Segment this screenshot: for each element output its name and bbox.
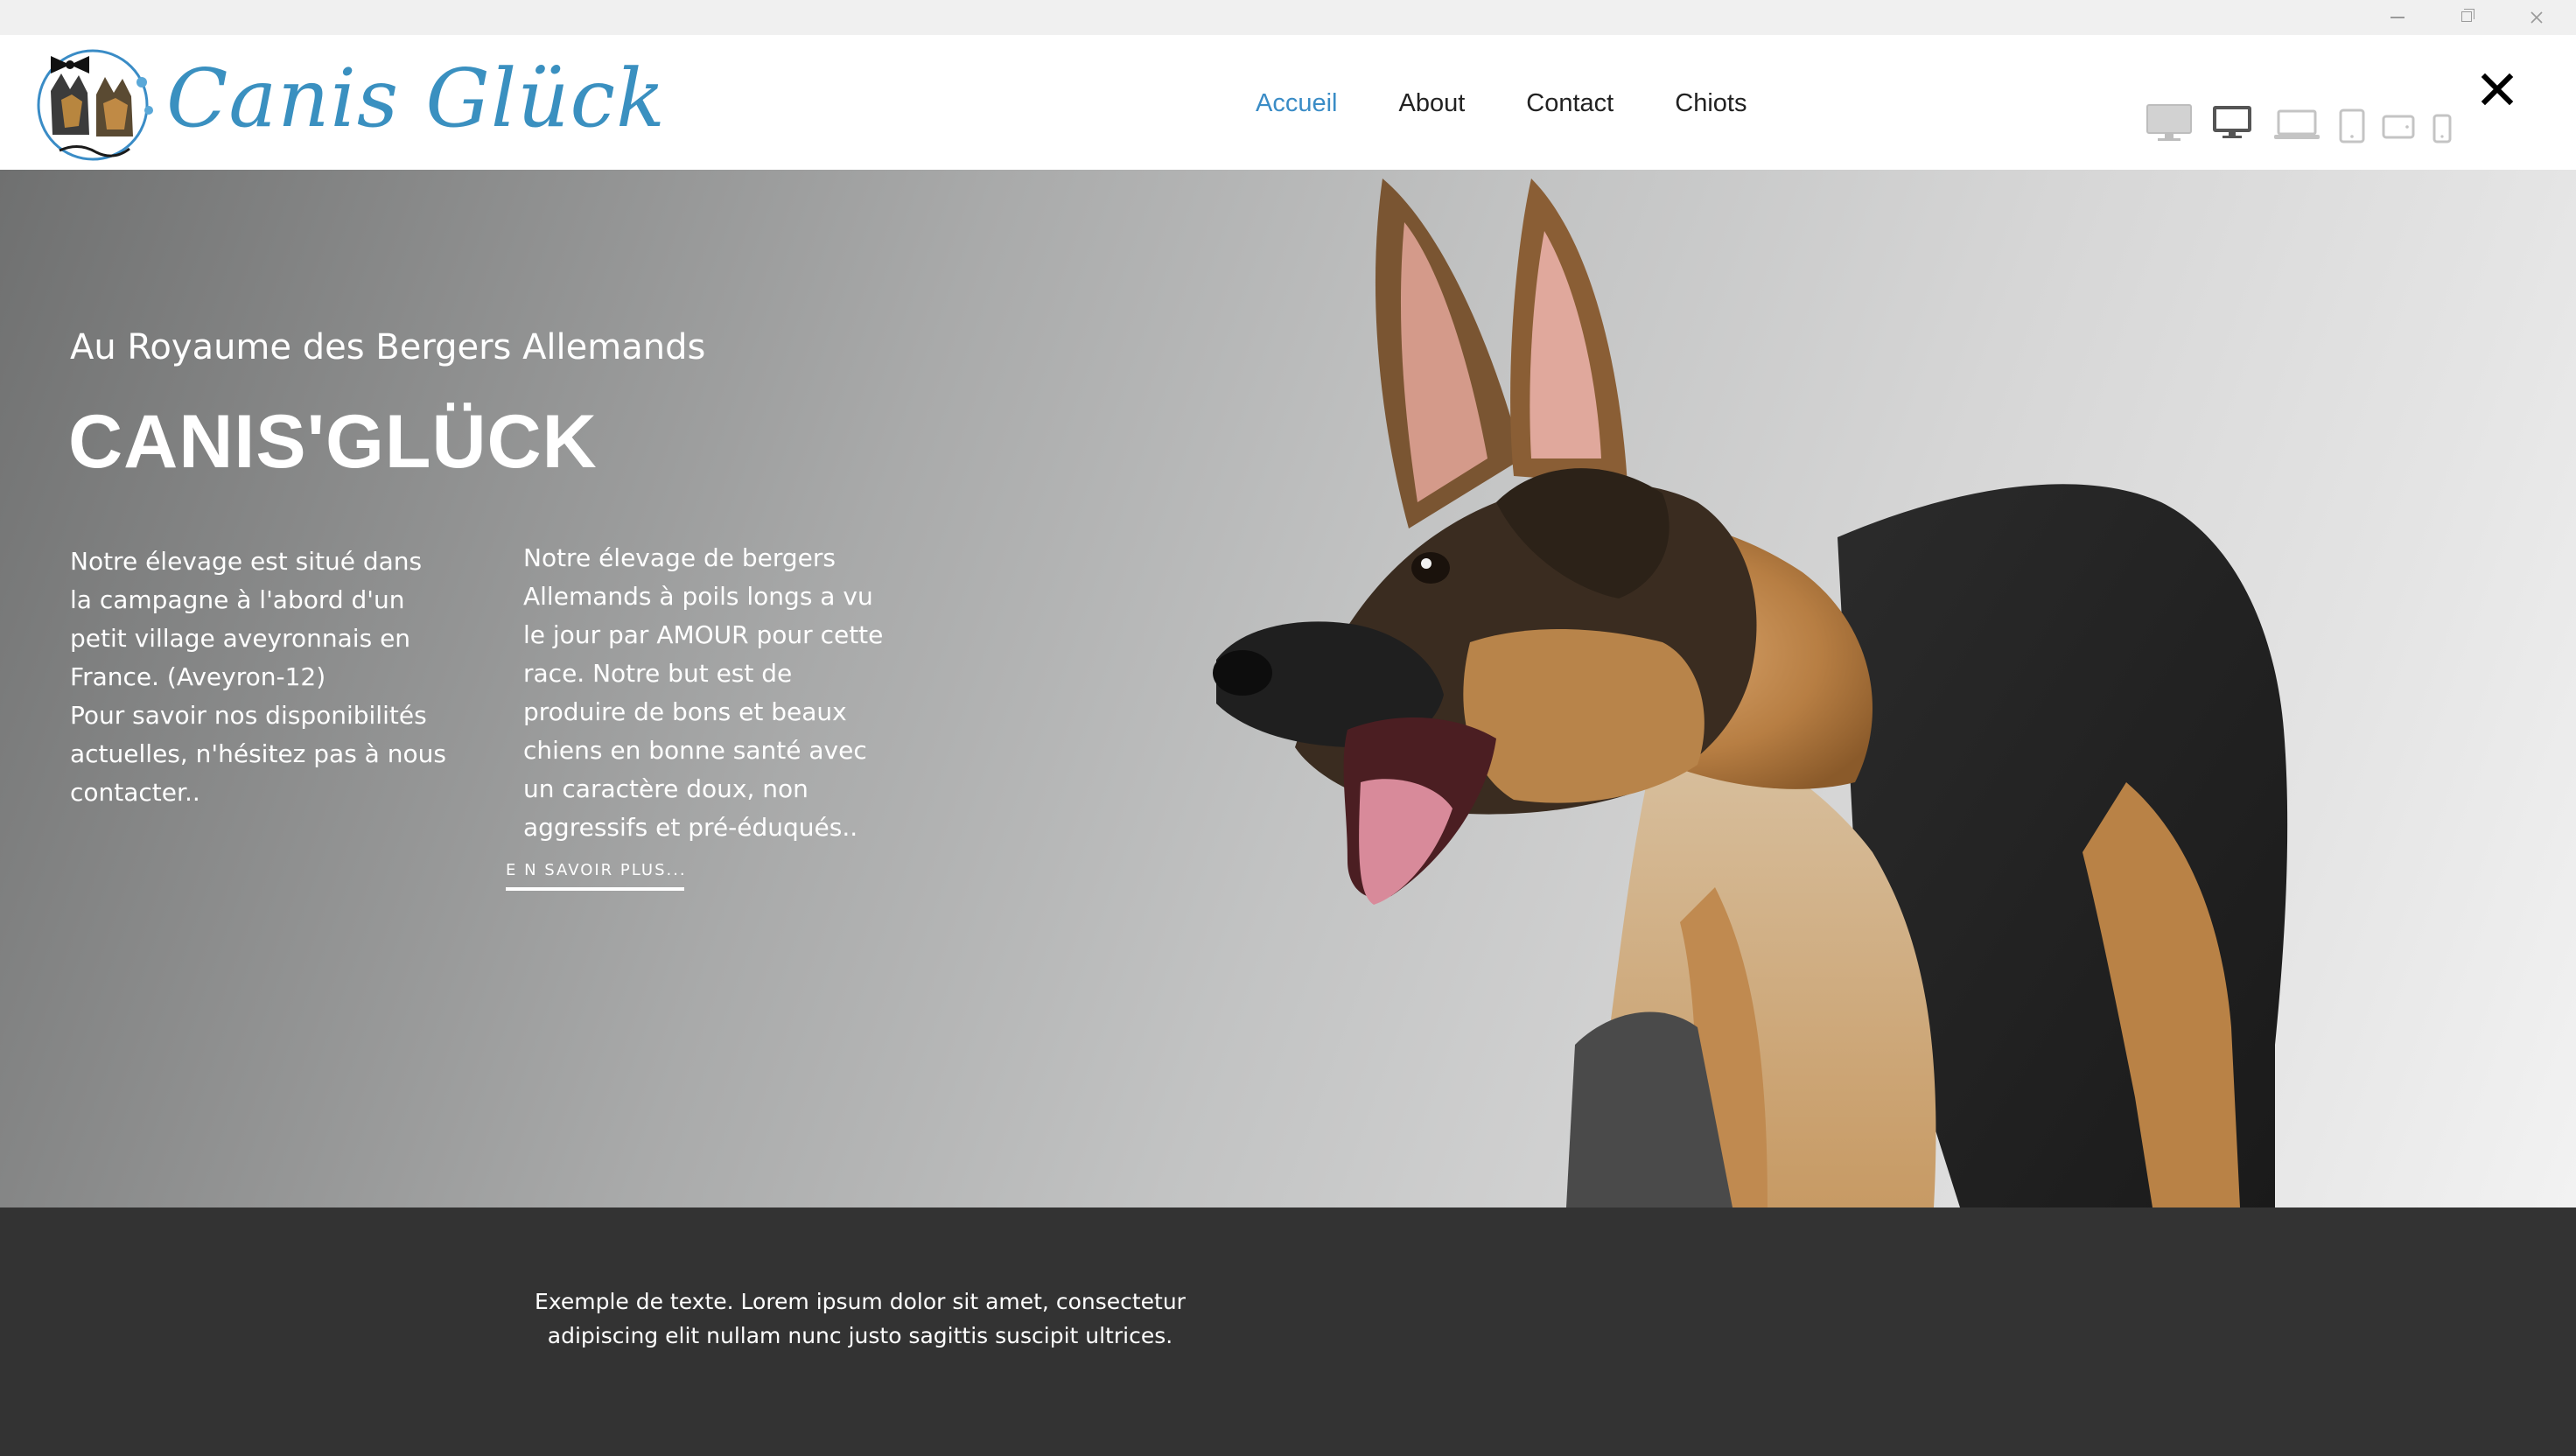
footer-sample-text: Exemple de texte. Lorem ipsum dolor sit … — [535, 1289, 1186, 1348]
desktop-large-icon[interactable] — [2146, 103, 2193, 144]
hero-subtitle: Au Royaume des Bergers Allemands — [70, 327, 706, 368]
hero-paragraph-mission: Notre élevage de bergers Allemands à poi… — [523, 543, 884, 842]
phone-icon[interactable] — [2431, 114, 2454, 144]
tablet-portrait-icon[interactable] — [2338, 108, 2366, 144]
hero-section: Au Royaume des Bergers Allemands CANIS'G… — [0, 170, 2576, 1208]
site-header: Canis Glück Accueil About Contact Chiots — [0, 35, 2576, 170]
read-more-link[interactable]: E N SAVOIR PLUS... — [506, 861, 685, 891]
laptop-icon[interactable] — [2273, 108, 2320, 142]
window-titlebar — [0, 0, 2576, 35]
nav-item-accueil[interactable]: Accueil — [1225, 77, 1368, 130]
main-nav: Accueil About Contact Chiots — [1225, 77, 1777, 130]
site-logo[interactable]: Canis Glück — [26, 38, 665, 166]
brand-name: Canis Glück — [166, 52, 666, 145]
minimize-icon[interactable] — [2362, 0, 2432, 35]
site-footer: Exemple de texte. Lorem ipsum dolor sit … — [0, 1208, 2576, 1456]
german-shepherd-puppy-image — [1213, 178, 2288, 1208]
logo-emblem-icon — [37, 49, 153, 161]
close-preview-icon[interactable] — [2473, 65, 2522, 114]
restore-icon[interactable] — [2432, 0, 2502, 35]
nav-item-about[interactable]: About — [1368, 77, 1496, 130]
hero-title: CANIS'GLÜCK — [68, 400, 598, 484]
nav-item-chiots[interactable]: Chiots — [1644, 77, 1777, 130]
device-preview-toolbar — [2144, 70, 2459, 144]
hero-paragraph-location: Notre élevage est situé dans la campagne… — [70, 547, 446, 807]
desktop-icon[interactable] — [2212, 105, 2252, 142]
nav-item-contact[interactable]: Contact — [1495, 77, 1644, 130]
tablet-landscape-icon[interactable] — [2382, 114, 2415, 140]
close-icon[interactable] — [2502, 0, 2572, 35]
